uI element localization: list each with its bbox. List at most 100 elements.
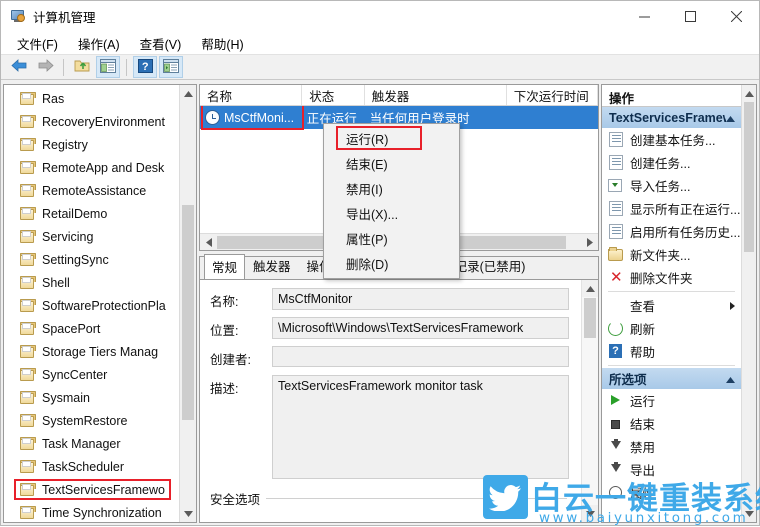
tab-0[interactable]: 常规	[204, 254, 246, 280]
action-item-new-folder[interactable]: 新文件夹...	[602, 243, 741, 266]
forward-arrow-icon	[37, 59, 54, 75]
tree-item[interactable]: SystemRestore	[4, 409, 179, 432]
hscroll-left-icon[interactable]	[200, 234, 217, 251]
tree-item-label: Task Manager	[42, 436, 121, 451]
action-item-help[interactable]: ? 帮助	[602, 340, 741, 363]
action-item-label: 刷新	[630, 323, 656, 337]
field-name-value[interactable]: MsCtfMonitor	[272, 288, 569, 310]
tree-scroll-down-icon[interactable]	[180, 505, 196, 522]
toolbar-show-actions[interactable]	[159, 56, 183, 78]
action-item-properties[interactable]: 属性	[602, 481, 741, 504]
tree-item[interactable]: TaskScheduler	[4, 455, 179, 478]
detail-scroll-down-icon[interactable]	[582, 505, 598, 522]
actions-groups: TextServicesFramework 创建基本任务... 创建任务... 导入任…	[602, 107, 741, 504]
action-item-new-basic-task[interactable]: 创建基本任务...	[602, 128, 741, 151]
context-menu-item[interactable]: 结束(E)	[324, 151, 459, 176]
security-options-label: 安全选项	[210, 493, 261, 507]
action-item-refresh[interactable]: 刷新	[602, 317, 741, 340]
context-menu-item[interactable]: 导出(X)...	[324, 201, 459, 226]
field-location-value[interactable]: \Microsoft\Windows\TextServicesFramework	[272, 317, 569, 339]
folder-icon	[20, 230, 36, 243]
tree-item[interactable]: Registry	[4, 133, 179, 156]
action-item-export[interactable]: 导出	[602, 458, 741, 481]
hscroll-right-icon[interactable]	[581, 234, 598, 251]
tree-item[interactable]: SettingSync	[4, 248, 179, 271]
detail-scroll-thumb[interactable]	[584, 298, 596, 338]
context-menu-item[interactable]: 删除(D)	[324, 251, 459, 276]
action-item-label: 运行	[630, 395, 656, 409]
task-detail-pane: 常规触发器操作条件设置历史记录(已禁用) 名称: MsCtfMonitor 位置…	[199, 253, 599, 523]
folder-icon	[20, 207, 36, 220]
column-header[interactable]: 名称	[200, 85, 303, 105]
actions-scroll-down-icon[interactable]	[742, 505, 756, 522]
tree-vertical-scrollbar[interactable]	[179, 85, 196, 522]
toolbar-forward[interactable]	[33, 56, 57, 78]
tree-item[interactable]: SyncCenter	[4, 363, 179, 386]
field-description-value[interactable]: TextServicesFramework monitor task	[272, 375, 569, 479]
import-task-icon	[608, 178, 624, 194]
computer-management-icon	[10, 8, 26, 24]
actions-scroll-up-icon[interactable]	[742, 85, 756, 102]
field-author-value[interactable]	[272, 346, 569, 367]
actions-vertical-scrollbar[interactable]	[741, 85, 756, 522]
action-item-stop[interactable]: 结束	[602, 412, 741, 435]
tree-item[interactable]: Servicing	[4, 225, 179, 248]
console-tree-pane: Ras RecoveryEnvironment Registry RemoteApp …	[3, 84, 197, 523]
menu-action[interactable]: 操作(A)	[68, 32, 130, 55]
chevron-up-icon[interactable]	[726, 111, 735, 125]
tree-item[interactable]: Ras	[4, 87, 179, 110]
action-item-run[interactable]: 运行	[602, 389, 741, 412]
folder-icon	[20, 368, 36, 381]
column-header[interactable]: 下次运行时间	[507, 85, 598, 105]
close-button[interactable]	[713, 1, 759, 32]
tree-item[interactable]: Shell	[4, 271, 179, 294]
menu-view[interactable]: 查看(V)	[130, 32, 192, 55]
toolbar-back[interactable]	[7, 56, 31, 78]
tree-item[interactable]: Sysmain	[4, 386, 179, 409]
tree-item[interactable]: Task Manager	[4, 432, 179, 455]
tree-item[interactable]: RemoteAssistance	[4, 179, 179, 202]
menu-file[interactable]: 文件(F)	[7, 32, 68, 55]
tree-item[interactable]: Storage Tiers Manag	[4, 340, 179, 363]
column-header[interactable]: 状态	[302, 85, 365, 105]
context-menu-item-label: 属性(P)	[346, 233, 388, 247]
tree-item-label: RecoveryEnvironment	[42, 114, 165, 129]
tree-item[interactable]: RemoteApp and Desk	[4, 156, 179, 179]
tree-item[interactable]: TextServicesFramewo	[4, 478, 179, 501]
minimize-button[interactable]	[621, 1, 667, 32]
actions-group-header[interactable]: 所选项	[602, 368, 741, 389]
action-item-new-task[interactable]: 创建任务...	[602, 151, 741, 174]
action-item-disable[interactable]: 禁用	[602, 435, 741, 458]
tree-scroll-thumb[interactable]	[182, 205, 194, 420]
menu-help[interactable]: 帮助(H)	[191, 32, 253, 55]
actions-scroll-thumb[interactable]	[744, 102, 754, 252]
tree-scroll-up-icon[interactable]	[180, 85, 196, 102]
action-item-history[interactable]: 启用所有任务历史...	[602, 220, 741, 243]
context-menu-item[interactable]: 属性(P)	[324, 226, 459, 251]
chevron-up-icon[interactable]	[726, 372, 735, 386]
toolbar-show-tree[interactable]	[96, 56, 120, 78]
action-item-view[interactable]: 查看	[602, 294, 741, 317]
detail-scroll-up-icon[interactable]	[582, 280, 598, 297]
tree-item[interactable]: RecoveryEnvironment	[4, 110, 179, 133]
context-menu-item[interactable]: 禁用(I)	[324, 176, 459, 201]
column-header[interactable]: 触发器	[365, 85, 507, 105]
tree-item[interactable]: SpacePort	[4, 317, 179, 340]
tree-item[interactable]: RetailDemo	[4, 202, 179, 225]
tab-1[interactable]: 触发器	[245, 253, 299, 279]
detail-vertical-scrollbar[interactable]	[581, 280, 598, 522]
context-menu-item[interactable]: 运行(R)	[324, 126, 459, 151]
tree-item-label: RemoteAssistance	[42, 183, 147, 198]
running-tasks-icon	[608, 200, 624, 217]
tree-item-label: Registry	[42, 137, 88, 152]
toolbar-up-folder[interactable]	[70, 56, 94, 78]
action-item-running-tasks[interactable]: 显示所有正在运行...	[602, 197, 741, 220]
maximize-button[interactable]	[667, 1, 713, 32]
toolbar-help[interactable]: ?	[133, 56, 157, 78]
tree-item[interactable]: Time Synchronization	[4, 501, 179, 522]
stop-icon	[608, 416, 624, 432]
action-item-import-task[interactable]: 导入任务...	[602, 174, 741, 197]
action-item-delete-folder[interactable]: ✕ 删除文件夹	[602, 266, 741, 289]
actions-group-header[interactable]: TextServicesFramework	[602, 107, 741, 128]
tree-item[interactable]: SoftwareProtectionPla	[4, 294, 179, 317]
